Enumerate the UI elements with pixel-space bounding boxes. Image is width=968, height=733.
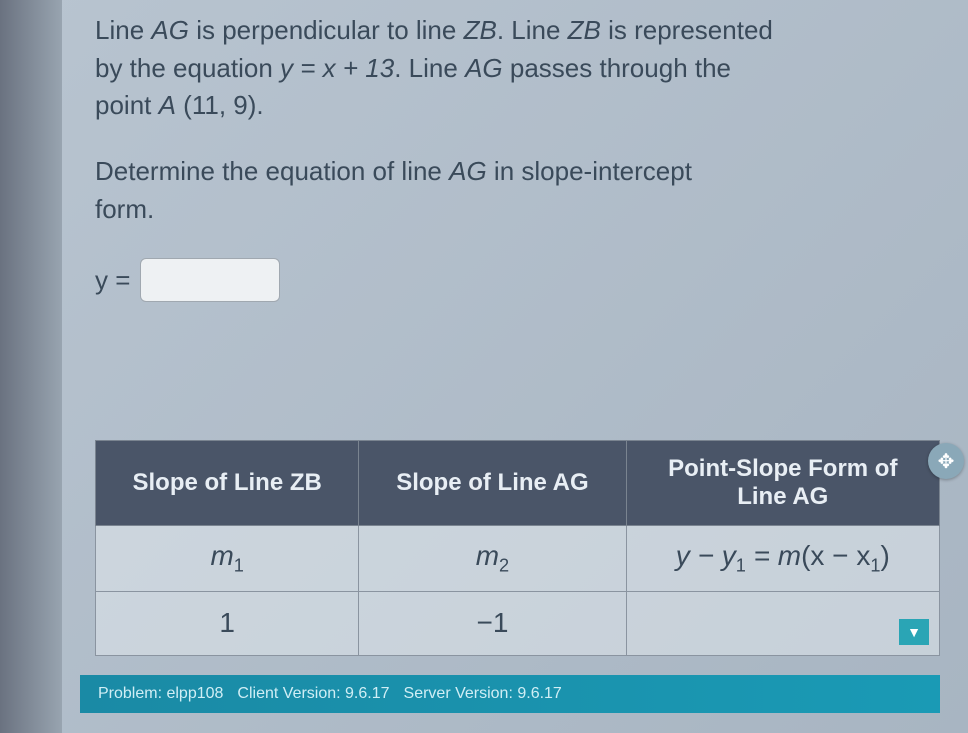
sub: 1: [234, 556, 244, 576]
text: is represented: [601, 15, 773, 45]
header-point-slope: Point-Slope Form of Line AG: [626, 441, 939, 526]
cell-value: 1: [96, 591, 359, 655]
cell-formula: y − y1 = m(x − x1): [626, 526, 939, 592]
header-slope-zb: Slope of Line ZB: [96, 441, 359, 526]
var: m: [210, 540, 233, 571]
problem-statement: Line AG is perpendicular to line ZB. Lin…: [95, 12, 928, 125]
sub: 2: [499, 556, 509, 576]
hint-table: Slope of Line ZB Slope of Line AG Point-…: [95, 440, 940, 656]
answer-input[interactable]: [140, 258, 280, 302]
text: by the equation: [95, 53, 280, 83]
left-shadow-edge: [0, 0, 62, 733]
header-text: Line AG: [637, 483, 929, 511]
cell-value: −1: [359, 591, 626, 655]
answer-label: y =: [95, 262, 130, 300]
text: (x − x: [801, 540, 870, 571]
text: = m: [746, 540, 801, 571]
text: . Line: [497, 15, 568, 45]
instruction: Determine the equation of line AG in slo…: [95, 153, 928, 228]
text: point: [95, 90, 159, 120]
sub: 1: [870, 556, 880, 576]
text: Determine the equation of line: [95, 156, 449, 186]
var-ag: AG: [151, 15, 189, 45]
table-header-row: Slope of Line ZB Slope of Line AG Point-…: [96, 441, 940, 526]
problem-content: Line AG is perpendicular to line ZB. Lin…: [0, 0, 968, 302]
text: passes through the: [503, 53, 731, 83]
cell-m2: m2: [359, 526, 626, 592]
text: form.: [95, 191, 928, 229]
text: y − y: [676, 540, 736, 571]
problem-id: Problem: elpp108: [98, 685, 223, 703]
header-text: Point-Slope Form of: [637, 455, 929, 483]
dropdown-button[interactable]: ▼: [899, 619, 929, 645]
var-zb: ZB: [568, 15, 601, 45]
server-version: Server Version: 9.6.17: [404, 685, 562, 703]
coords: (11, 9).: [176, 90, 264, 120]
table-row: m1 m2 y − y1 = m(x − x1): [96, 526, 940, 592]
header-slope-ag: Slope of Line AG: [359, 441, 626, 526]
text: is perpendicular to line: [189, 15, 464, 45]
move-handle[interactable]: ✥: [928, 443, 964, 479]
var-zb: ZB: [464, 15, 497, 45]
cell-m1: m1: [96, 526, 359, 592]
text: in slope-intercept: [487, 156, 692, 186]
answer-row: y =: [95, 258, 928, 302]
point-a: A: [159, 90, 176, 120]
status-footer: Problem: elpp108 Client Version: 9.6.17 …: [80, 675, 940, 713]
text: Line: [95, 15, 151, 45]
sub: 1: [736, 556, 746, 576]
table-row: 1 −1 ▼: [96, 591, 940, 655]
var-ag: AG: [449, 156, 487, 186]
client-version: Client Version: 9.6.17: [237, 685, 389, 703]
text: . Line: [394, 53, 465, 83]
move-icon: ✥: [938, 449, 955, 474]
var: m: [476, 540, 499, 571]
cell-dropdown: ▼: [626, 591, 939, 655]
equation: y = x + 13: [280, 53, 394, 83]
text: ): [880, 540, 889, 571]
var-ag: AG: [465, 53, 503, 83]
chevron-down-icon: ▼: [907, 624, 921, 640]
